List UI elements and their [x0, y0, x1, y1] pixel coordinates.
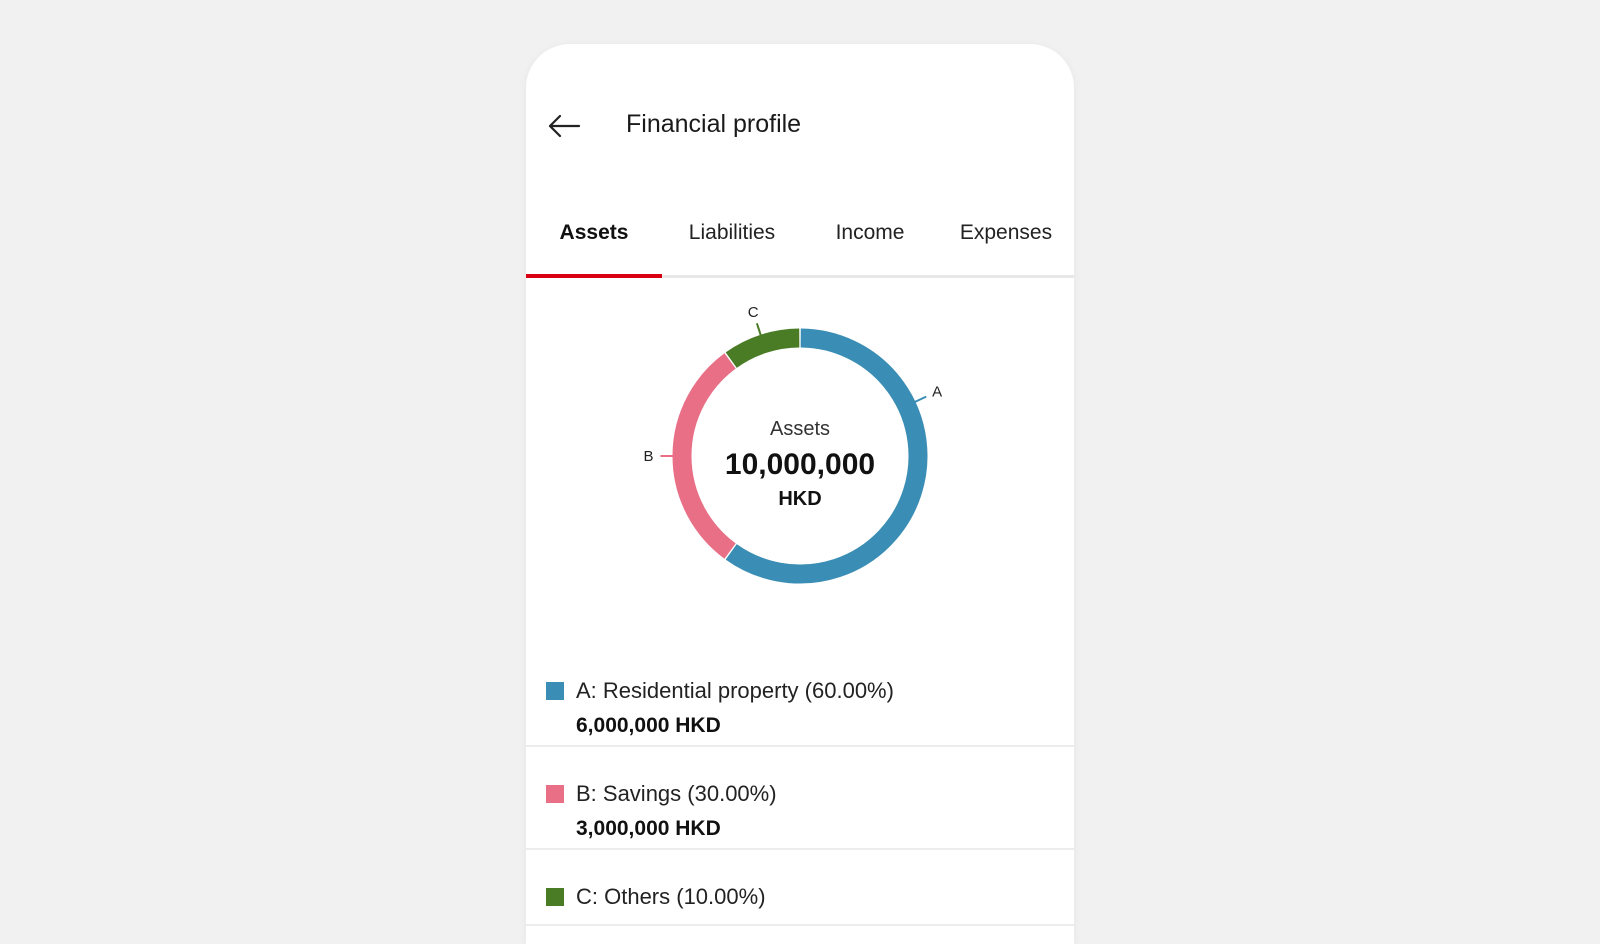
donut-label-a: A [932, 383, 942, 400]
legend-swatch-c [546, 888, 564, 906]
arrow-left-icon [548, 114, 581, 138]
tab-income[interactable]: Income [802, 194, 938, 275]
legend-label-b: B: Savings (30.00%) [576, 781, 777, 806]
tab-bar: Assets Liabilities Income Expenses [526, 194, 1074, 278]
donut-slice-c[interactable] [725, 328, 800, 368]
donut-leader-a [914, 395, 927, 404]
phone-screen: Financial profile Assets Liabilities Inc… [526, 44, 1074, 944]
legend-item-b[interactable]: B: Savings (30.00%) 3,000,000 HKD [526, 747, 1074, 850]
back-button[interactable] [544, 106, 584, 146]
legend-swatch-b [546, 785, 564, 803]
legend-label-a: A: Residential property (60.00%) [576, 678, 894, 703]
donut-label-c: C [748, 304, 759, 321]
legend-swatch-a [546, 682, 564, 700]
legend-label-c: C: Others (10.00%) [576, 884, 766, 909]
legend-item-a[interactable]: A: Residential property (60.00%) 6,000,0… [526, 644, 1074, 747]
tab-expenses[interactable]: Expenses [938, 194, 1074, 275]
tab-liabilities-label: Liabilities [688, 220, 776, 244]
tab-liabilities[interactable]: Liabilities [662, 194, 802, 275]
asset-legend-list: A: Residential property (60.00%) 6,000,0… [526, 644, 1074, 926]
legend-item-c[interactable]: C: Others (10.00%) [526, 850, 1074, 926]
legend-amount-b: 3,000,000 HKD [576, 817, 721, 840]
chart-center-label: Assets [769, 418, 831, 440]
chart-center-unit: HKD [778, 488, 822, 510]
chart-center-value: 10,000,000 [724, 448, 876, 481]
assets-donut-chart: ABC Assets 10,000,000 HKD [526, 278, 1074, 638]
tab-assets[interactable]: Assets [526, 194, 662, 278]
app-header: Financial profile [526, 44, 1074, 194]
donut-leader-c [755, 323, 762, 337]
legend-amount-a: 6,000,000 HKD [576, 714, 721, 737]
tab-income-label: Income [835, 220, 905, 244]
tab-expenses-label: Expenses [959, 220, 1053, 244]
page-title: Financial profile [626, 110, 802, 138]
tab-assets-label: Assets [559, 220, 629, 244]
